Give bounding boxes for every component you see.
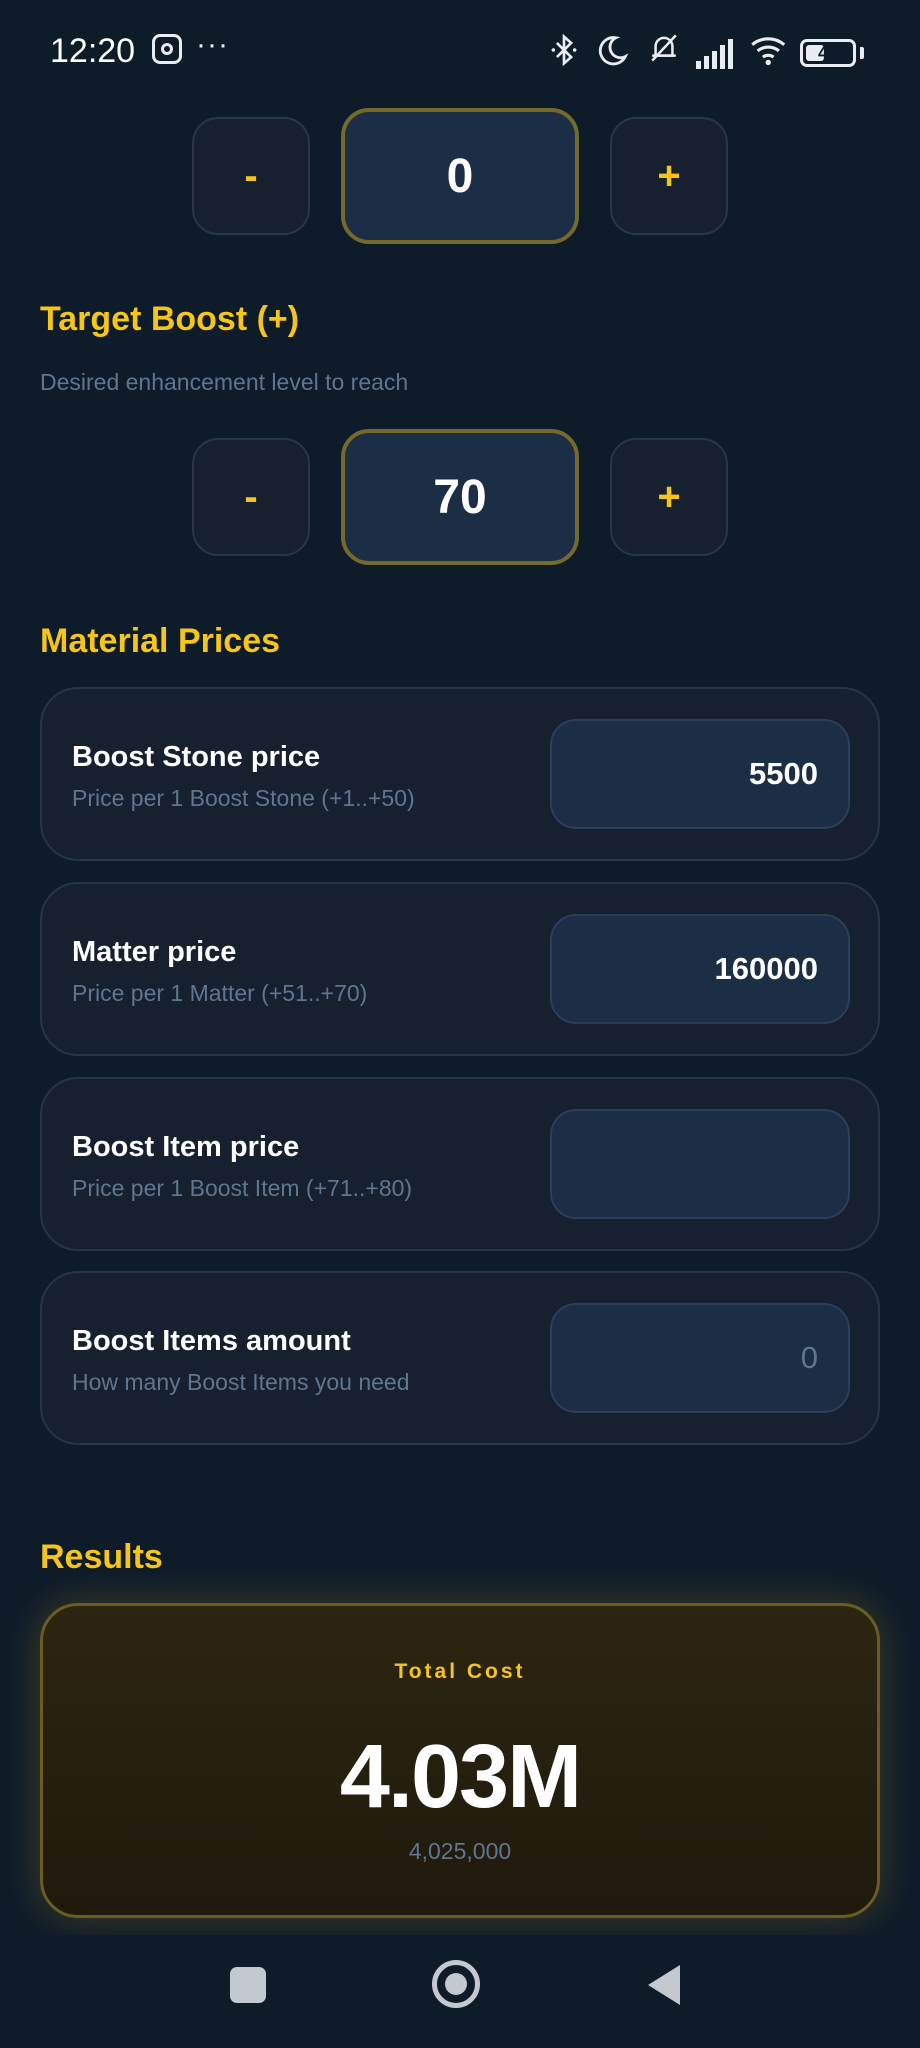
- target-boost-minus-button[interactable]: -: [192, 438, 310, 556]
- card-subtitle: Price per 1 Boost Stone (+1..+50): [72, 785, 415, 811]
- boost-item-price-card: Boost Item price Price per 1 Boost Item …: [40, 1077, 880, 1251]
- card-title: Boost Stone price: [72, 741, 321, 773]
- current-boost-plus-button[interactable]: +: [610, 117, 728, 235]
- wifi-icon: [751, 37, 786, 66]
- battery-icon: 40: [800, 39, 856, 67]
- target-boost-plus-button[interactable]: +: [610, 438, 728, 556]
- bell-off-icon: [651, 34, 677, 62]
- current-boost-minus-button[interactable]: -: [192, 117, 310, 235]
- results-title: Results: [40, 1538, 163, 1576]
- more-notifications-icon: ···: [196, 28, 229, 61]
- back-button[interactable]: [648, 1965, 680, 2005]
- total-cost-exact: 4,025,000: [408, 1838, 512, 1864]
- bluetooth-icon: [551, 34, 577, 66]
- card-subtitle: Price per 1 Boost Item (+71..+80): [72, 1175, 413, 1201]
- total-cost-value: 4.03M: [339, 1727, 582, 1827]
- target-boost-title: Target Boost (+): [40, 300, 300, 338]
- boost-stone-price-card: Boost Stone price Price per 1 Boost Ston…: [40, 687, 880, 861]
- card-title: Boost Items amount: [72, 1325, 351, 1357]
- battery-level: 40: [817, 43, 839, 63]
- status-bar: 12:20 ··· 40: [0, 0, 920, 100]
- current-boost-value[interactable]: 0: [341, 108, 579, 244]
- card-title: Boost Item price: [72, 1131, 300, 1163]
- instagram-icon: [152, 34, 182, 64]
- card-subtitle: Price per 1 Matter (+51..+70): [72, 980, 368, 1006]
- moon-icon: [598, 36, 629, 66]
- matter-price-card: Matter price Price per 1 Matter (+51..+7…: [40, 882, 880, 1056]
- target-boost-subtitle: Desired enhancement level to reach: [40, 369, 409, 395]
- matter-price-input[interactable]: 160000: [550, 914, 850, 1024]
- target-boost-value[interactable]: 70: [341, 429, 579, 565]
- status-time: 12:20: [50, 32, 136, 70]
- boost-item-price-input[interactable]: [550, 1109, 850, 1219]
- recents-button[interactable]: [230, 1967, 266, 2003]
- total-cost-card: Total Cost 4.03M 4,025,000: [40, 1603, 880, 1918]
- boost-items-amount-input[interactable]: 0: [550, 1303, 850, 1413]
- battery-tip: [860, 47, 864, 59]
- total-cost-label: Total Cost: [394, 1660, 526, 1683]
- signal-icon: [696, 39, 733, 69]
- card-title: Matter price: [72, 936, 237, 968]
- card-subtitle: How many Boost Items you need: [72, 1369, 410, 1395]
- home-button[interactable]: [432, 1960, 480, 2008]
- navigation-bar: [0, 1935, 920, 2048]
- boost-items-amount-card: Boost Items amount How many Boost Items …: [40, 1271, 880, 1445]
- boost-stone-price-input[interactable]: 5500: [550, 719, 850, 829]
- material-prices-title: Material Prices: [40, 622, 281, 660]
